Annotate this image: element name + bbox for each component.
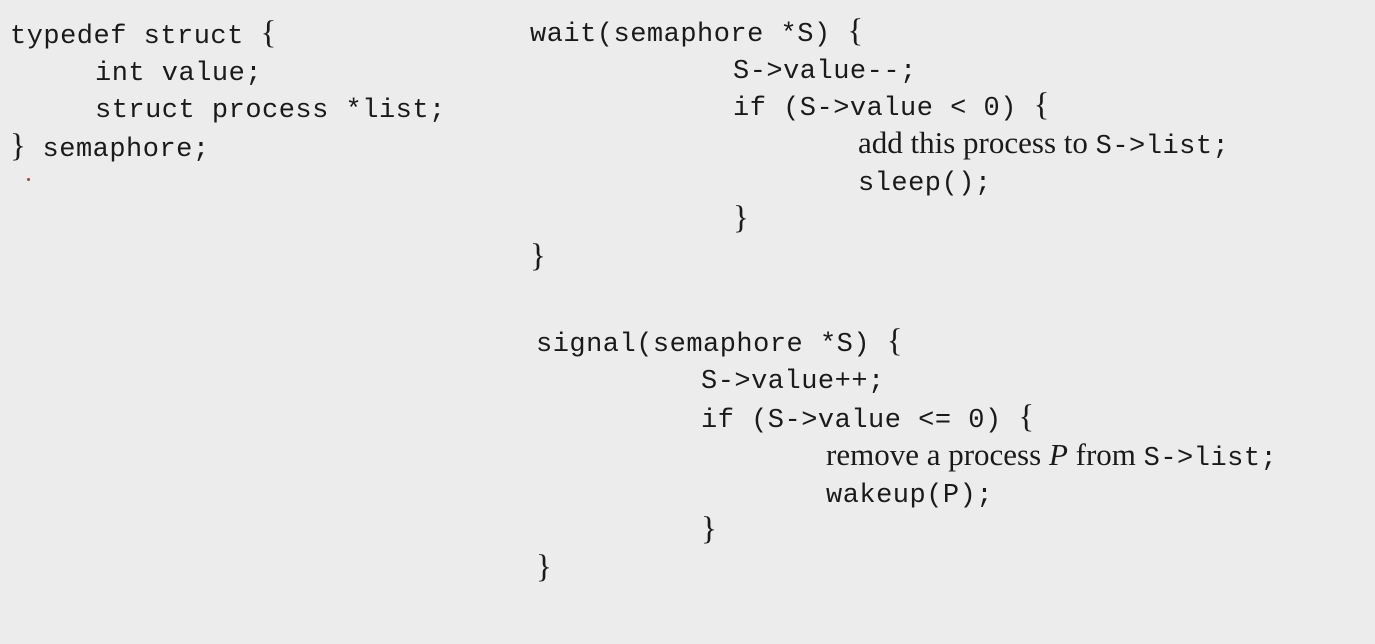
- signal-wakeup-line: wakeup(P);: [826, 474, 993, 512]
- signal-increment-line: S->value++;: [701, 360, 885, 398]
- struct-close-brace: }: [10, 128, 26, 164]
- struct-line-2: int value;: [95, 52, 262, 90]
- signal-signature-line: signal(semaphore *S) {: [536, 322, 903, 360]
- value-field: int value;: [95, 59, 263, 89]
- signal-process-var: P: [1048, 437, 1068, 472]
- signal-if-close-line: }: [701, 510, 717, 548]
- signal-if-open-brace: {: [1018, 399, 1035, 435]
- wait-sleep-line: sleep();: [858, 162, 992, 200]
- signal-if-close-brace: }: [701, 511, 717, 547]
- signal-remove-text: remove a process: [826, 437, 1049, 472]
- wait-close-line: }: [530, 237, 546, 275]
- wait-if-open-brace: {: [1033, 87, 1050, 123]
- wait-if-condition: if (S->value < 0): [733, 94, 1034, 124]
- typedef-keyword: typedef struct: [10, 22, 261, 52]
- struct-line-4: } semaphore;: [10, 127, 210, 165]
- struct-line-1: typedef struct {: [10, 14, 276, 52]
- signal-close-line: }: [536, 548, 552, 586]
- signal-from-text: from: [1067, 437, 1144, 472]
- wait-signature: wait(semaphore *S): [530, 20, 848, 50]
- wait-add-line: add this process to S->list;: [858, 124, 1229, 162]
- list-field: struct process *list;: [95, 96, 446, 126]
- semaphore-typename: semaphore;: [25, 135, 210, 165]
- slide: typedef struct { int value; struct proce…: [0, 0, 1375, 644]
- stray-mark: [27, 178, 30, 181]
- signal-close-brace: }: [536, 549, 552, 585]
- signal-if-condition: if (S->value <= 0): [701, 406, 1019, 436]
- wait-add-list: S->list;: [1095, 132, 1230, 162]
- struct-line-3: struct process *list;: [95, 89, 446, 127]
- signal-wakeup: wakeup(P);: [826, 481, 994, 511]
- signal-if-line: if (S->value <= 0) {: [701, 398, 1034, 436]
- wait-open-brace: {: [847, 13, 864, 49]
- wait-add-text: add this process to: [858, 125, 1096, 160]
- wait-if-line: if (S->value < 0) {: [733, 86, 1050, 124]
- signal-open-brace: {: [886, 323, 903, 359]
- signal-increment: S->value++;: [701, 367, 885, 397]
- wait-sleep: sleep();: [858, 169, 992, 199]
- wait-if-close-line: }: [733, 199, 749, 237]
- wait-close-brace: }: [530, 238, 546, 274]
- signal-remove-list: S->list;: [1143, 444, 1278, 474]
- signal-remove-line: remove a process P from S->list;: [826, 436, 1277, 474]
- struct-open-brace: {: [260, 15, 277, 51]
- wait-signature-line: wait(semaphore *S) {: [530, 12, 863, 50]
- wait-if-close-brace: }: [733, 200, 749, 236]
- wait-decrement: S->value--;: [733, 57, 917, 87]
- wait-decrement-line: S->value--;: [733, 50, 917, 88]
- signal-signature: signal(semaphore *S): [536, 330, 887, 360]
